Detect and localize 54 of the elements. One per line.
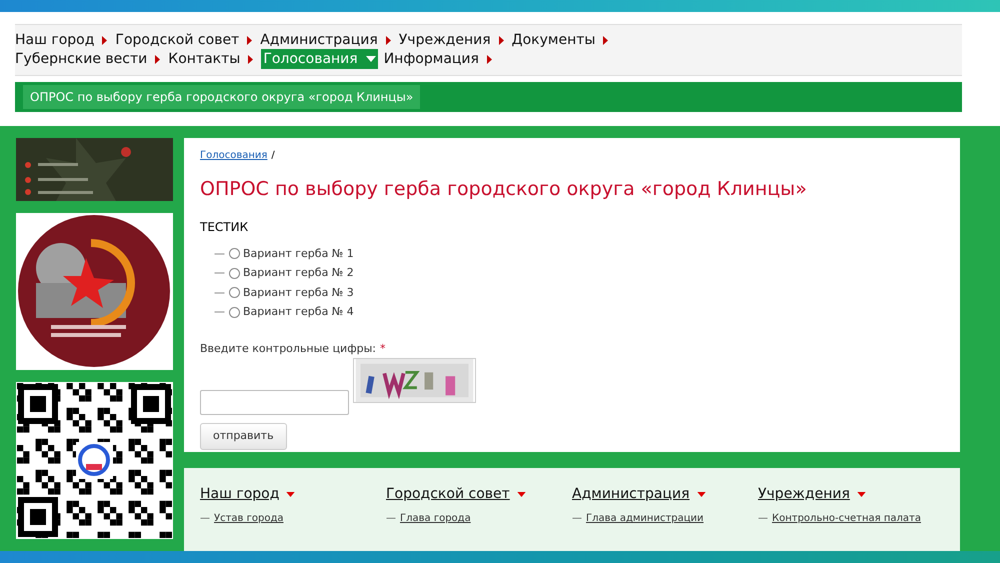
arrow-icon (386, 36, 391, 44)
list-dash: — (214, 284, 225, 300)
radio-button[interactable] (229, 248, 240, 260)
footer-link[interactable]: Глава города (400, 511, 471, 526)
nav-link[interactable]: Документы (512, 31, 596, 49)
arrow-icon (102, 36, 108, 44)
nav-link[interactable]: Городской совет (115, 31, 240, 49)
caret-icon (286, 492, 296, 497)
nav-link[interactable]: Учреждения (398, 31, 491, 49)
option-label: Вариант герба № 4 (243, 304, 354, 320)
arrow-icon (155, 54, 160, 64)
nav-link[interactable]: Контакты (168, 50, 240, 68)
nav-link[interactable]: Голосования (261, 49, 378, 69)
nav-link[interactable]: Наш город (15, 31, 94, 49)
footer-heading[interactable]: Городской совет (386, 484, 510, 505)
arrow-icon (248, 54, 254, 64)
captcha-label: Введите контрольные цифры: (200, 342, 376, 354)
radio-button[interactable] (229, 287, 240, 298)
question-text: ТЕСТИК (200, 218, 250, 236)
caret-icon (366, 56, 376, 62)
radio-button[interactable] (229, 268, 240, 279)
footer-link[interactable]: Контрольно-счетная палата (772, 511, 921, 526)
arrow-icon (498, 36, 504, 44)
caret-icon (696, 492, 706, 497)
captcha-field[interactable] (200, 390, 349, 415)
page-title: ОПРОС по выбору герба городского округа «город Клинцы» (200, 177, 808, 202)
list-dash: — (214, 265, 225, 281)
nav-link[interactable]: Информация (384, 50, 479, 68)
footer-heading[interactable]: Учреждения (758, 484, 850, 505)
arrow-icon (486, 54, 492, 64)
nav-link[interactable]: Администрация (260, 31, 378, 49)
caret-icon (856, 492, 866, 497)
arrow-icon (603, 36, 608, 44)
footer-heading[interactable]: Администрация (572, 484, 690, 505)
list-dash: — (386, 512, 396, 526)
required-mark: * (380, 342, 386, 354)
footer-link[interactable]: Устав города (214, 511, 284, 526)
breadcrumb-link[interactable]: Голосования (200, 150, 268, 161)
list-dash: — (758, 512, 768, 526)
option-label: Вариант герба № 2 (243, 265, 354, 281)
list-dash: — (572, 512, 582, 526)
footer-heading[interactable]: Наш город (200, 484, 280, 505)
list-dash: — (214, 246, 225, 262)
nav-link[interactable]: Губернские вести (15, 50, 148, 68)
list-dash: — (200, 512, 210, 526)
caret-icon (516, 492, 526, 497)
footer-link[interactable]: Глава администрации (586, 511, 704, 526)
arrow-icon (247, 36, 252, 44)
breadcrumb-separator: / (271, 150, 275, 161)
submit-button[interactable]: отправить (200, 423, 287, 450)
radio-button[interactable] (229, 306, 240, 318)
list-dash: — (214, 304, 225, 320)
option-label: Вариант герба № 1 (243, 246, 354, 262)
option-label: Вариант герба № 3 (243, 284, 354, 300)
